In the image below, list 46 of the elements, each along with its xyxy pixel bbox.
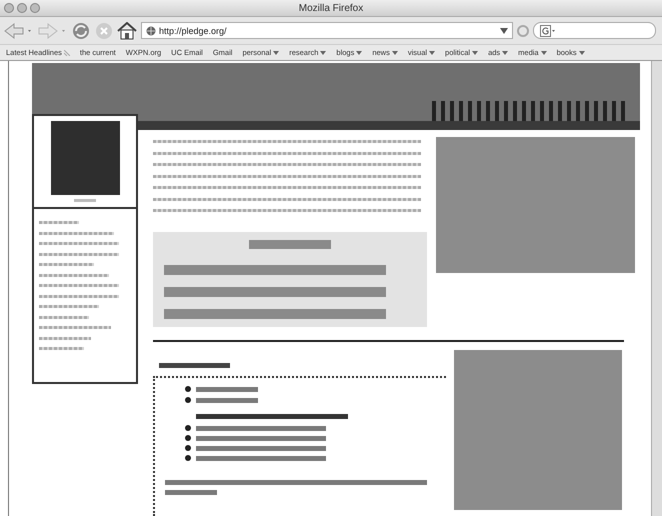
bullet-icon <box>185 386 191 392</box>
dropdown-icon <box>502 50 508 54</box>
text-placeholder <box>39 221 79 224</box>
text-placeholder <box>39 316 89 318</box>
minimize-icon[interactable] <box>17 3 27 13</box>
go-icon[interactable] <box>517 24 529 36</box>
forward-icon[interactable] <box>37 22 67 40</box>
bullet-icon <box>185 425 191 431</box>
dropdown-icon <box>429 50 436 54</box>
heading-placeholder <box>159 363 230 368</box>
globe-icon <box>146 26 156 36</box>
dropdown-icon <box>392 50 398 54</box>
dropdown-icon <box>356 50 362 54</box>
home-icon[interactable] <box>117 22 137 40</box>
dropdown-icon <box>273 50 280 54</box>
bullet-icon <box>185 397 191 403</box>
stop-icon[interactable] <box>95 22 113 40</box>
bullet-icon <box>185 455 191 461</box>
address-field[interactable]: http://pledge.org/ <box>141 22 513 39</box>
zoom-icon[interactable] <box>30 3 40 13</box>
text-placeholder <box>39 336 91 340</box>
text-placeholder <box>196 398 258 402</box>
stripe-pattern-icon <box>432 101 628 121</box>
dropdown-icon <box>578 50 585 54</box>
text-placeholder <box>39 326 111 329</box>
bullet-icon <box>185 435 191 441</box>
reload-icon[interactable] <box>71 20 91 40</box>
dropdown-icon <box>472 50 478 54</box>
bullet-icon <box>185 445 191 451</box>
search-engine-icon[interactable] <box>540 24 556 36</box>
text-placeholder <box>165 490 217 495</box>
back-icon[interactable] <box>3 22 33 40</box>
scrollbar[interactable] <box>651 61 662 516</box>
feed-icon <box>64 50 70 56</box>
close-icon[interactable] <box>4 3 14 13</box>
dropdown-icon <box>540 50 547 54</box>
dropdown-icon <box>320 50 326 54</box>
dropdown-icon[interactable] <box>500 28 508 34</box>
text-placeholder <box>196 386 258 392</box>
window-title: Mozilla Firefox <box>298 2 364 14</box>
text-placeholder <box>39 274 109 276</box>
text-placeholder <box>39 263 94 266</box>
caption-placeholder <box>74 199 96 202</box>
text-placeholder <box>39 347 84 350</box>
search-field[interactable] <box>533 22 656 39</box>
text-placeholder <box>39 305 99 308</box>
